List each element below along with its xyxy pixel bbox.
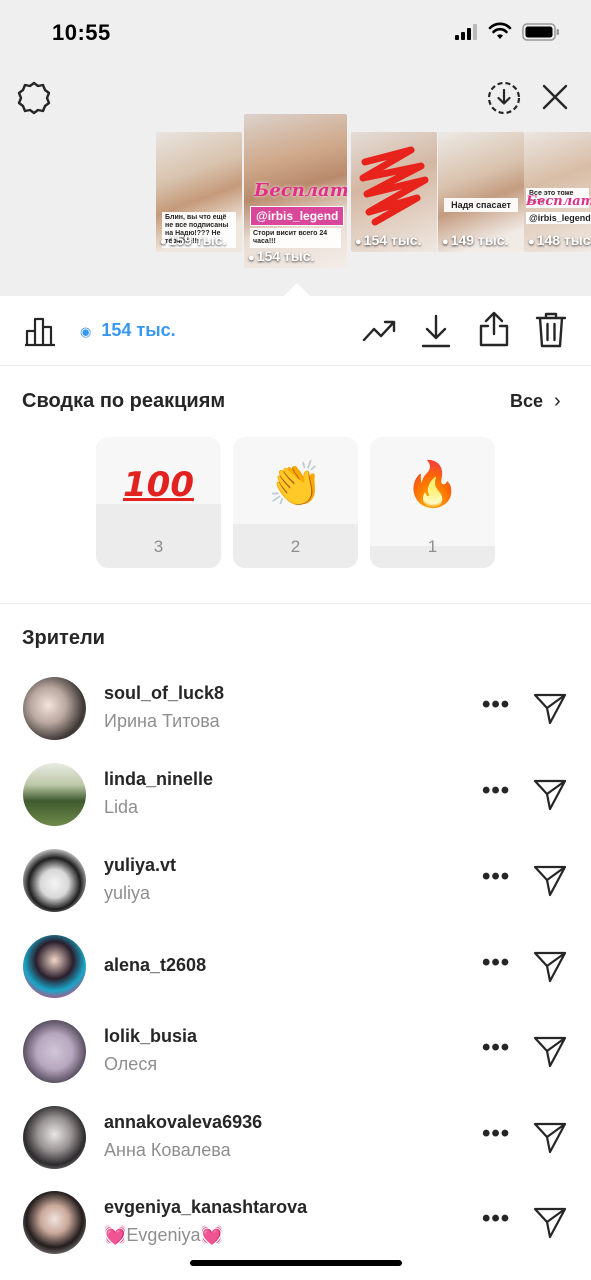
story-thumbnail[interactable]: Надя спасает ● 149 тыс. bbox=[438, 132, 524, 252]
viewer-fullname: Ирина Титова bbox=[104, 711, 220, 731]
send-message-icon[interactable] bbox=[532, 691, 568, 727]
signal-icon bbox=[455, 24, 477, 40]
reactions-summary-title: Сводка по реакциям bbox=[22, 390, 226, 412]
avatar[interactable] bbox=[23, 935, 86, 998]
reactions-all-link[interactable]: Все bbox=[510, 391, 543, 412]
heart-icon: 💓 bbox=[104, 1225, 127, 1245]
save-story-icon[interactable] bbox=[486, 80, 522, 116]
story-view-count: ● 154 тыс. bbox=[355, 232, 422, 248]
viewers-count-tab[interactable]: ◉ 154 тыс. bbox=[80, 320, 176, 341]
avatar[interactable] bbox=[23, 1106, 86, 1169]
hundred-points-icon: 100 bbox=[123, 465, 194, 505]
story-mention-tag: @irbis_legend bbox=[250, 206, 345, 226]
wifi-icon bbox=[488, 22, 512, 39]
clapping-hands-icon: 👏 bbox=[268, 460, 323, 509]
story-view-count: ● 148 тыс. bbox=[528, 232, 591, 248]
viewer-username[interactable]: yuliya.vt bbox=[104, 855, 176, 876]
battery-icon bbox=[522, 23, 559, 41]
eye-icon: ● bbox=[248, 252, 255, 264]
viewer-username[interactable]: evgeniya_kanashtarova bbox=[104, 1197, 307, 1218]
close-icon[interactable] bbox=[540, 82, 570, 112]
avatar[interactable] bbox=[23, 763, 86, 826]
reaction-fill-bar bbox=[96, 504, 221, 568]
reaction-card-clap[interactable]: 👏 2 bbox=[233, 437, 358, 568]
avatar[interactable] bbox=[23, 1191, 86, 1254]
more-options-icon[interactable]: ••• bbox=[482, 1205, 510, 1233]
more-options-icon[interactable]: ••• bbox=[482, 949, 510, 977]
story-script-text: Бесплатно bbox=[254, 180, 347, 201]
chevron-right-icon[interactable]: › bbox=[554, 390, 561, 413]
send-message-icon[interactable] bbox=[532, 949, 568, 985]
story-thumbnail[interactable]: Все это тоже есть Бесплатно @irbis_legen… bbox=[524, 132, 591, 252]
status-time: 10:55 bbox=[52, 20, 111, 45]
more-options-icon[interactable]: ••• bbox=[482, 1120, 510, 1148]
viewer-row[interactable]: linda_ninelle Lida ••• bbox=[0, 763, 591, 843]
eye-icon: ● bbox=[442, 236, 449, 248]
viewer-fullname: 💓Evgeniya💓 bbox=[104, 1225, 223, 1245]
viewer-row[interactable]: evgeniya_kanashtarova 💓Evgeniya💓 ••• bbox=[0, 1191, 591, 1271]
reaction-count: 2 bbox=[290, 537, 301, 556]
eye-icon: ● bbox=[528, 236, 535, 248]
viewer-username[interactable]: lolik_busia bbox=[104, 1026, 197, 1047]
viewer-username[interactable]: soul_of_luck8 bbox=[104, 683, 224, 704]
section-divider bbox=[0, 603, 591, 604]
viewer-row[interactable]: alena_t2608 ••• bbox=[0, 935, 591, 1015]
viewer-fullname: yuliya bbox=[104, 883, 151, 903]
send-message-icon[interactable] bbox=[532, 1034, 568, 1070]
viewer-row[interactable]: annakovaleva6936 Анна Ковалева ••• bbox=[0, 1106, 591, 1186]
viewer-username[interactable]: linda_ninelle bbox=[104, 769, 213, 790]
more-options-icon[interactable]: ••• bbox=[482, 863, 510, 891]
viewer-fullname: Lida bbox=[104, 797, 139, 817]
reaction-card-fire[interactable]: 🔥 1 bbox=[370, 437, 495, 568]
story-thumbnail[interactable]: Блин, вы что ещё не все подписаны на Над… bbox=[156, 132, 242, 252]
send-message-icon[interactable] bbox=[532, 863, 568, 899]
viewer-row[interactable]: yuliya.vt yuliya ••• bbox=[0, 849, 591, 929]
story-view-count: ● 149 тыс. bbox=[442, 232, 509, 248]
send-message-icon[interactable] bbox=[532, 1120, 568, 1156]
selected-story-pointer bbox=[284, 283, 310, 296]
story-caption: Стори висит всего 24 часа!!! bbox=[250, 228, 341, 249]
send-message-icon[interactable] bbox=[532, 1205, 568, 1241]
promote-trend-icon[interactable] bbox=[362, 316, 398, 344]
viewer-row[interactable]: lolik_busia Олеся ••• bbox=[0, 1020, 591, 1100]
avatar[interactable] bbox=[23, 849, 86, 912]
story-script-text: Бесплатно bbox=[526, 194, 591, 209]
eye-icon: ● bbox=[355, 236, 362, 248]
viewer-fullname: Анна Ковалева bbox=[104, 1140, 231, 1160]
story-mention-tag: @irbis_legend bbox=[526, 212, 591, 224]
more-options-icon[interactable]: ••• bbox=[482, 777, 510, 805]
eye-icon: ● bbox=[160, 236, 167, 248]
story-toolbar: ◉ 154 тыс. bbox=[0, 296, 591, 366]
story-view-count: ● 154 тыс. bbox=[248, 248, 315, 264]
story-thumbnail-strip: Блин, вы что ещё не все подписаны на Над… bbox=[0, 114, 591, 274]
share-icon[interactable] bbox=[478, 310, 510, 348]
home-indicator[interactable] bbox=[190, 1260, 402, 1266]
viewer-username[interactable]: alena_t2608 bbox=[104, 955, 206, 976]
story-thumbnail[interactable]: ● 154 тыс. bbox=[351, 132, 437, 252]
viewer-fullname: Олеся bbox=[104, 1054, 158, 1074]
viewer-row[interactable]: soul_of_luck8 Ирина Титова ••• bbox=[0, 677, 591, 757]
avatar[interactable] bbox=[23, 677, 86, 740]
avatar[interactable] bbox=[23, 1020, 86, 1083]
fire-icon: 🔥 bbox=[405, 460, 460, 509]
story-thumbnail-selected[interactable]: Бесплатно @irbis_legend Стори висит всег… bbox=[244, 114, 347, 268]
more-options-icon[interactable]: ••• bbox=[482, 691, 510, 719]
eye-icon: ◉ bbox=[80, 324, 92, 339]
send-message-icon[interactable] bbox=[532, 777, 568, 813]
status-bar: 10:55 bbox=[0, 0, 591, 64]
reaction-count: 3 bbox=[153, 537, 164, 556]
reaction-count: 1 bbox=[427, 537, 438, 556]
story-view-count: ● 159 тыс. bbox=[160, 232, 227, 248]
more-options-icon[interactable]: ••• bbox=[482, 1034, 510, 1062]
heart-icon: 💓 bbox=[200, 1225, 223, 1245]
gear-icon[interactable] bbox=[16, 80, 52, 116]
story-caption: Надя спасает bbox=[444, 198, 518, 213]
viewer-username[interactable]: annakovaleva6936 bbox=[104, 1112, 262, 1133]
viewers-title: Зрители bbox=[22, 627, 105, 649]
download-icon[interactable] bbox=[421, 313, 451, 349]
story-preview-area: 10:55 Блин, вы что ещё не все подписаны … bbox=[0, 0, 591, 296]
reaction-card-100[interactable]: 100 3 bbox=[96, 437, 221, 568]
insights-icon[interactable] bbox=[22, 312, 58, 348]
delete-icon[interactable] bbox=[535, 311, 567, 349]
